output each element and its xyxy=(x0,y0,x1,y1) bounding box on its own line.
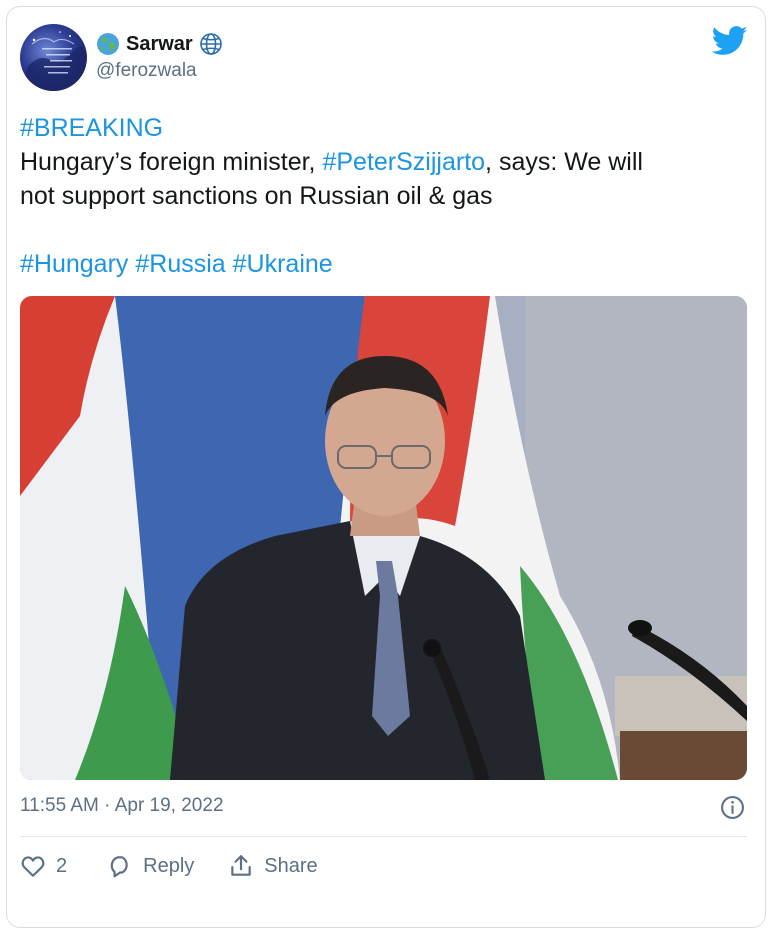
twitter-bird-icon[interactable] xyxy=(712,26,748,56)
tweet-text: #BREAKING Hungary’s foreign minister, #P… xyxy=(20,111,745,281)
share-label: Share xyxy=(264,854,318,877)
heart-icon xyxy=(21,856,45,877)
tweet-text-segment: , says: We will xyxy=(485,148,643,176)
share-button[interactable]: Share xyxy=(228,853,318,879)
hashtag-peterszijjarto[interactable]: #PeterSzijjarto xyxy=(322,148,485,176)
tweet-text-segment: not support sanctions on Russian oil & g… xyxy=(20,182,493,210)
profile-avatar[interactable] xyxy=(20,24,87,91)
earth-globe-emoji-icon xyxy=(97,33,119,55)
tweet-text-segment: Hungary’s foreign minister, xyxy=(20,148,323,176)
reply-button[interactable]: Reply xyxy=(107,853,194,879)
share-upload-icon xyxy=(231,855,252,876)
reply-label: Reply xyxy=(143,854,195,877)
divider xyxy=(20,836,747,837)
author-name-row[interactable]: Sarwar xyxy=(96,32,223,56)
globe-outline-icon xyxy=(199,33,222,55)
hashtag-ukraine[interactable]: #Ukraine xyxy=(233,250,333,278)
tweet-photo[interactable] xyxy=(20,296,747,780)
like-count: 2 xyxy=(56,854,68,877)
info-icon[interactable] xyxy=(720,795,745,820)
author-handle[interactable]: @ferozwala xyxy=(96,60,197,82)
author-display-name[interactable]: Sarwar xyxy=(126,33,193,56)
tweet-actions: 2 Reply Share xyxy=(20,850,318,882)
hashtag-hungary[interactable]: #Hungary xyxy=(20,250,128,278)
hashtag-russia[interactable]: #Russia xyxy=(135,250,225,278)
tweet-timestamp[interactable]: 11:55 AM · Apr 19, 2022 xyxy=(20,795,224,817)
reply-bubble-icon xyxy=(110,856,128,878)
hashtag-breaking[interactable]: #BREAKING xyxy=(20,114,163,142)
like-button[interactable]: 2 xyxy=(20,853,67,879)
